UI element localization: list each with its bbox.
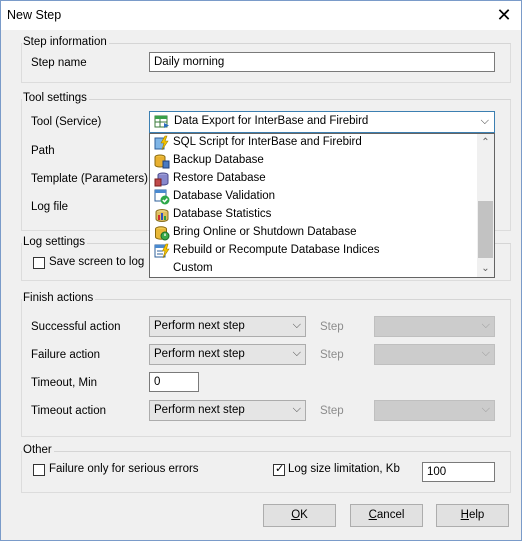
sql-script-icon	[154, 135, 169, 151]
scrollbar-thumb[interactable]	[478, 201, 493, 258]
timeout-action-label: Timeout action	[31, 405, 106, 417]
dropdown-item-label: Custom	[173, 262, 213, 274]
cancel-button[interactable]: Cancel	[350, 504, 423, 527]
dropdown-item-label: Bring Online or Shutdown Database	[173, 226, 357, 238]
dropdown-item-label: Restore Database	[173, 172, 266, 184]
other-label: Other	[22, 444, 54, 456]
timeout-step-label: Step	[320, 405, 344, 417]
database-statistics-icon	[155, 209, 169, 222]
failure-action-value: Perform next step	[154, 348, 245, 360]
help-mnemonic: H	[460, 509, 469, 521]
chevron-down-icon: ⌵	[481, 347, 490, 359]
timeout-step-select[interactable]: ⌵	[374, 400, 495, 421]
online-shutdown-icon	[155, 226, 170, 241]
save-screen-checkbox[interactable]	[33, 257, 45, 269]
chevron-down-icon: ⌵	[480, 115, 489, 127]
ok-mnemonic: O	[291, 509, 301, 521]
dropdown-item-restore-database[interactable]: Restore Database	[152, 170, 478, 188]
tool-service-dropdown: SQL Script for InterBase and Firebird Ba…	[149, 133, 495, 278]
rebuild-indices-icon	[154, 243, 170, 259]
timeout-min-label: Timeout, Min	[31, 377, 98, 389]
cancel-label-rest: ancel	[376, 509, 405, 521]
successful-step-select[interactable]: ⌵	[374, 316, 495, 337]
help-button[interactable]: Help	[436, 504, 509, 527]
step-information-label: Step information	[22, 36, 109, 48]
window-title: New Step	[7, 8, 62, 22]
tool-settings-label: Tool settings	[22, 92, 89, 104]
failure-serious-checkbox[interactable]	[33, 464, 45, 476]
dropdown-item-bring-online-shutdown[interactable]: Bring Online or Shutdown Database	[152, 224, 478, 242]
checkmark-icon: ✓	[275, 463, 285, 475]
backup-database-icon	[154, 154, 170, 169]
successful-action-label: Successful action	[31, 321, 121, 333]
log-size-input[interactable]: 100	[422, 462, 495, 482]
failure-step-select[interactable]: ⌵	[374, 344, 495, 365]
dropdown-item-database-validation[interactable]: Database Validation	[152, 188, 478, 206]
dropdown-item-label: Database Statistics	[173, 208, 272, 220]
failure-step-label: Step	[320, 349, 344, 361]
chevron-down-icon: ⌵	[292, 347, 301, 359]
log-size-checkbox[interactable]: ✓	[273, 463, 285, 476]
chevron-down-icon: ⌵	[292, 319, 301, 331]
dropdown-item-sql-script[interactable]: SQL Script for InterBase and Firebird	[152, 134, 478, 152]
dropdown-item-label: Database Validation	[173, 190, 276, 202]
failure-serious-label: Failure only for serious errors	[49, 463, 199, 475]
dropdown-item-label: Rebuild or Recompute Database Indices	[173, 244, 380, 256]
chevron-down-icon: ⌵	[292, 403, 301, 415]
log-file-label: Log file	[31, 201, 69, 213]
chevron-down-icon: ⌵	[481, 319, 490, 331]
database-validation-icon	[154, 189, 170, 205]
ok-button[interactable]: OK	[263, 504, 336, 527]
tool-service-select[interactable]: Data Export for InterBase and Firebird ⌵	[149, 111, 495, 133]
tool-service-value: Data Export for InterBase and Firebird	[174, 115, 369, 127]
close-icon[interactable]: ✕	[493, 4, 515, 26]
title-bar: New Step ✕	[1, 1, 521, 30]
scroll-up-icon[interactable]: ⌃	[477, 134, 494, 151]
scroll-down-icon[interactable]: ⌄	[477, 260, 494, 277]
finish-actions-label: Finish actions	[22, 292, 96, 304]
log-size-label: Log size limitation, Kb	[288, 463, 400, 475]
save-screen-label: Save screen to log	[49, 256, 145, 268]
timeout-action-select[interactable]: Perform next step ⌵	[149, 400, 306, 421]
log-settings-label: Log settings	[22, 236, 88, 248]
dropdown-item-label: SQL Script for InterBase and Firebird	[173, 136, 362, 148]
path-label: Path	[31, 145, 55, 157]
failure-action-select[interactable]: Perform next step ⌵	[149, 344, 306, 365]
help-label-rest: elp	[468, 509, 485, 521]
dropdown-scrollbar[interactable]: ⌃ ⌄	[477, 134, 494, 277]
step-name-label: Step name	[31, 57, 87, 69]
new-step-dialog: New Step ✕ Step information Step name Da…	[0, 0, 522, 541]
restore-database-icon	[154, 172, 169, 187]
data-export-icon	[154, 115, 169, 128]
step-name-input[interactable]: Daily morning	[149, 52, 495, 72]
tool-service-label: Tool (Service)	[31, 116, 102, 128]
dropdown-item-backup-database[interactable]: Backup Database	[152, 152, 478, 170]
timeout-min-input[interactable]: 0	[149, 372, 199, 392]
dropdown-item-custom[interactable]: Custom	[152, 260, 478, 278]
failure-action-label: Failure action	[31, 349, 101, 361]
chevron-down-icon: ⌵	[481, 403, 490, 415]
successful-action-value: Perform next step	[154, 320, 245, 332]
ok-label-rest: K	[300, 509, 308, 521]
cancel-mnemonic: C	[368, 509, 377, 521]
dropdown-item-rebuild-indices[interactable]: Rebuild or Recompute Database Indices	[152, 242, 478, 260]
dropdown-item-database-statistics[interactable]: Database Statistics	[152, 206, 478, 224]
successful-action-select[interactable]: Perform next step ⌵	[149, 316, 306, 337]
template-parameters-label: Template (Parameters)	[31, 173, 148, 185]
dropdown-item-label: Backup Database	[173, 154, 264, 166]
timeout-action-value: Perform next step	[154, 404, 245, 416]
successful-step-label: Step	[320, 321, 344, 333]
